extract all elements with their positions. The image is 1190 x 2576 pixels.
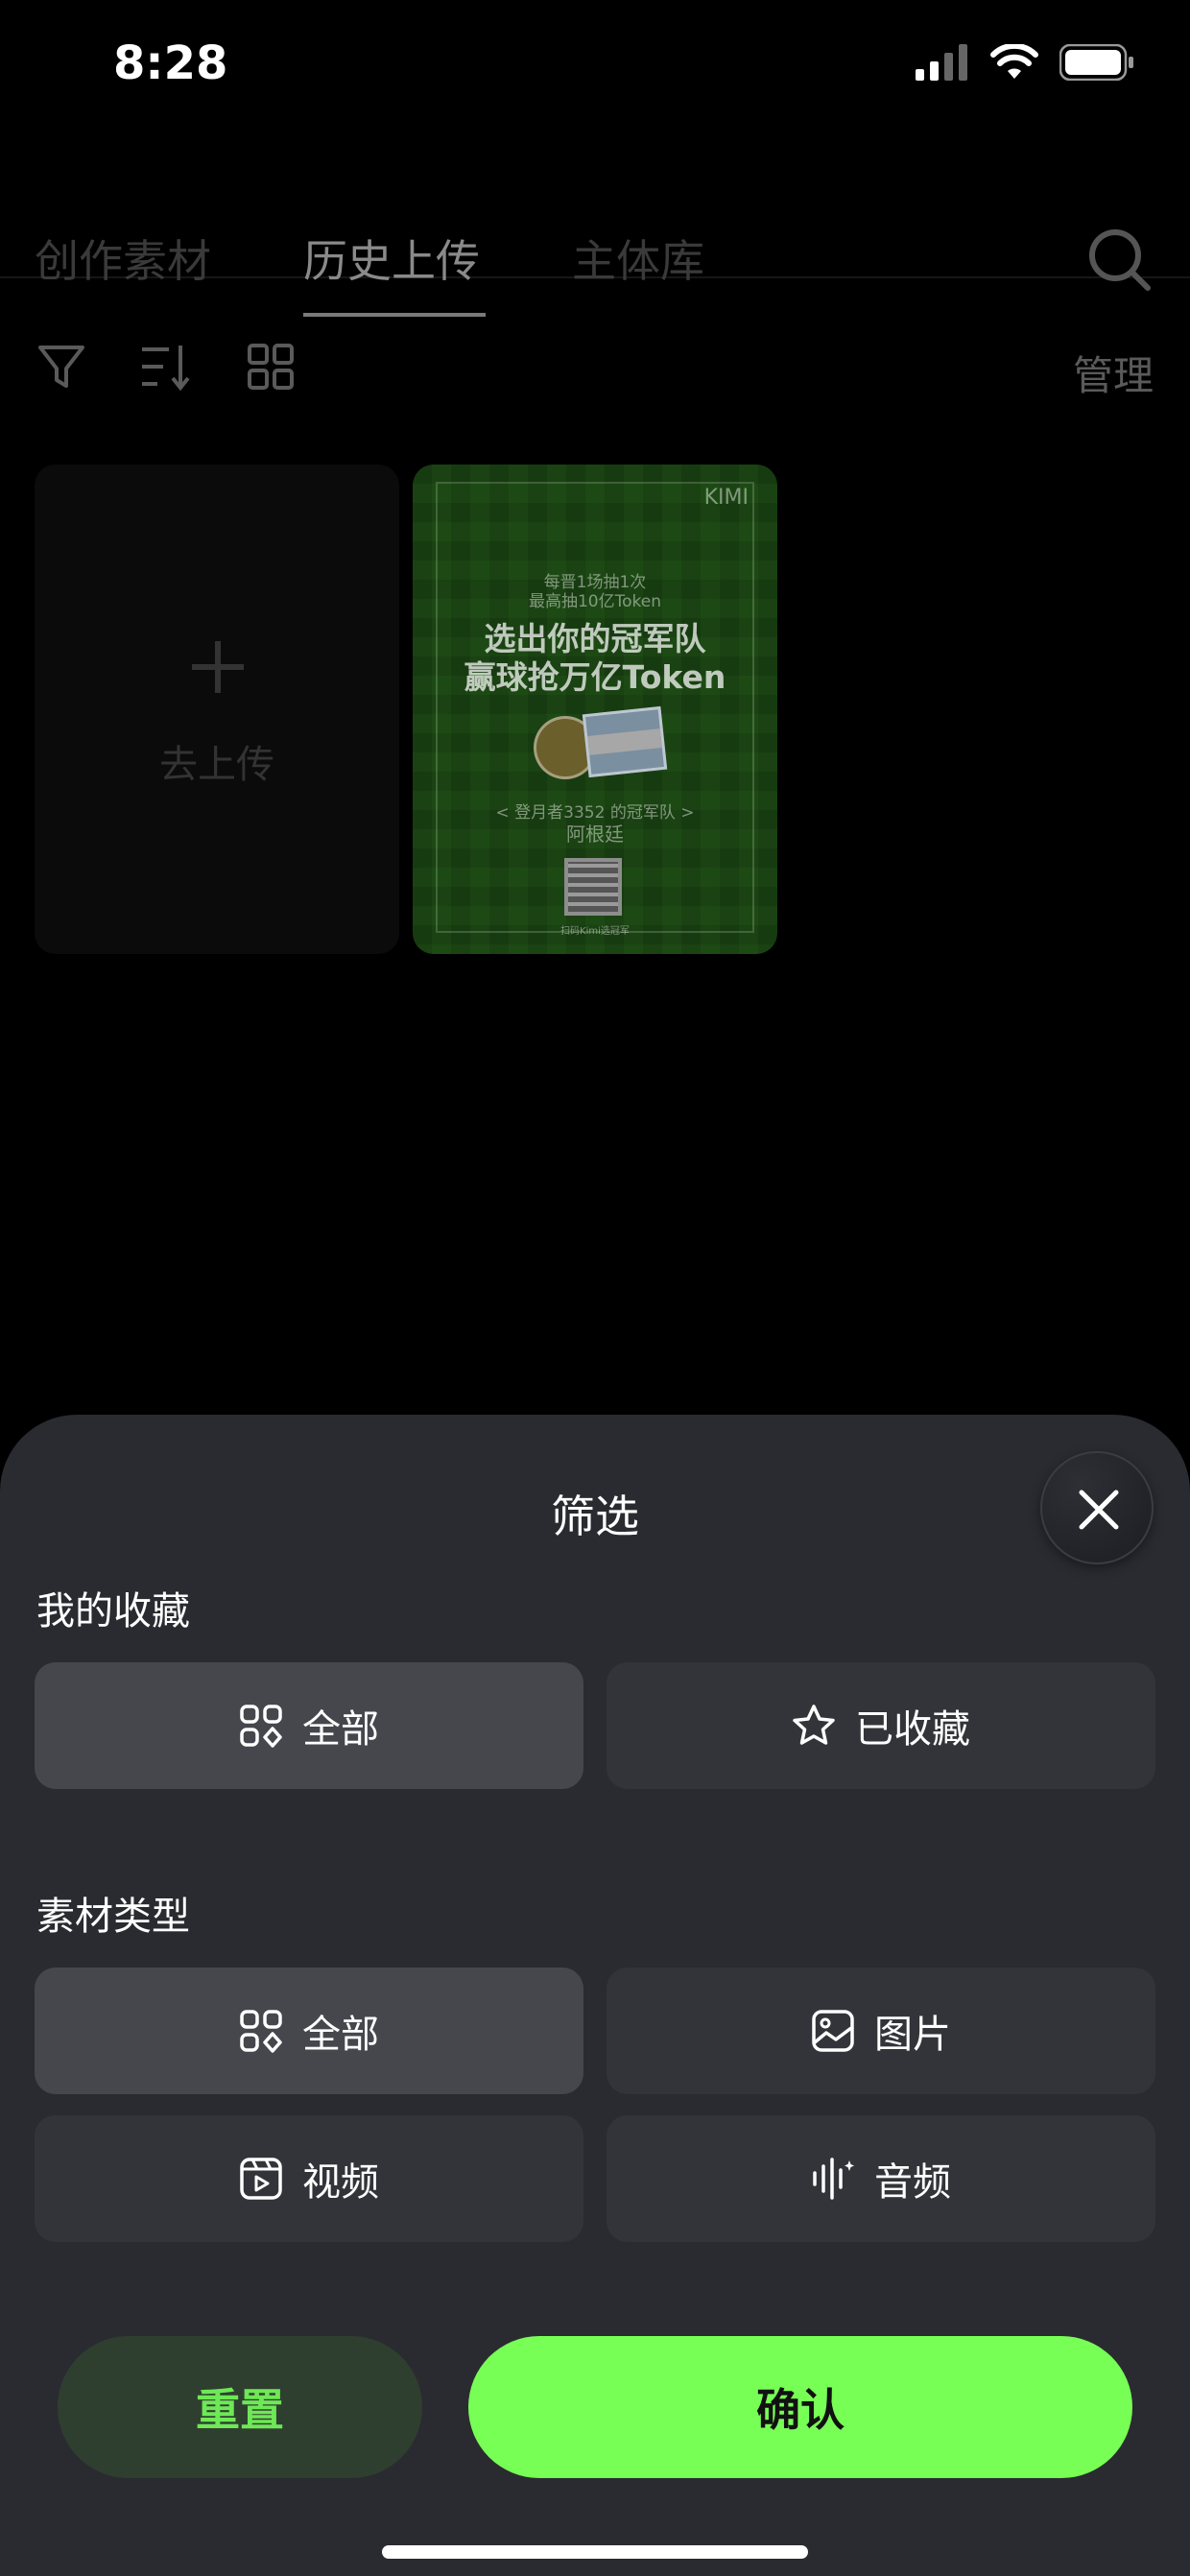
poster-title-2: 赢球抢万亿Token (464, 658, 726, 696)
confirm-label: 确认 (756, 2384, 845, 2436)
poster-team: 阿根廷 (566, 823, 624, 846)
option-label: 图片 (874, 2013, 951, 2057)
reset-button[interactable]: 重置 (58, 2336, 422, 2478)
poster-qr-caption: 扫码Kimi选冠军 (560, 926, 630, 937)
favorites-starred-option[interactable]: 已收藏 (607, 1662, 1155, 1789)
top-tab-bar: 创作素材 历史上传 主体库 (0, 173, 1190, 317)
poster-team-caption: < 登月者3352 的冠军队 > (495, 803, 695, 823)
plus-icon (192, 641, 244, 693)
favorites-section-label: 我的收藏 (36, 1589, 190, 1634)
tab-creative-assets[interactable]: 创作素材 (35, 227, 211, 290)
argentina-flag-image (582, 705, 668, 778)
confirm-button[interactable]: 确认 (468, 2336, 1132, 2478)
grid-icon (240, 2010, 282, 2053)
filter-icon[interactable] (35, 340, 88, 394)
tab-upload-history[interactable]: 历史上传 (303, 227, 480, 290)
library-toolbar: 管理 (0, 326, 1190, 403)
wifi-icon (990, 44, 1038, 79)
status-bar: 8:28 (0, 0, 1190, 134)
upload-card[interactable]: 去上传 (35, 465, 399, 954)
uploaded-image-card[interactable]: KIMI 每晋1场抽1次 最高抽10亿Token 选出你的冠军队 赢球抢万亿To… (413, 465, 777, 954)
audio-icon (813, 2158, 854, 2200)
filter-sheet: 筛选 我的收藏 全部 已收藏 素材类型 全部 图片 视频 音频 重置 确认 (0, 1415, 1190, 2576)
poster-brand: KIMI (703, 486, 749, 510)
poster-qr-code (564, 858, 622, 916)
type-all-option[interactable]: 全部 (35, 1968, 583, 2094)
tab-subject-library[interactable]: 主体库 (572, 227, 704, 290)
sheet-title: 筛选 (551, 1491, 639, 1542)
type-section-label: 素材类型 (36, 1895, 190, 1939)
option-label: 视频 (302, 2160, 379, 2205)
video-icon (240, 2158, 282, 2200)
home-indicator[interactable] (382, 2545, 808, 2559)
option-label: 全部 (302, 1707, 379, 1752)
poster-title-1: 选出你的冠军队 (484, 620, 706, 657)
image-icon (812, 2010, 854, 2052)
option-label: 全部 (302, 2013, 379, 2057)
cellular-signal-icon (916, 44, 967, 81)
manage-button[interactable]: 管理 (1073, 344, 1154, 402)
reset-label: 重置 (196, 2384, 284, 2436)
type-image-option[interactable]: 图片 (607, 1968, 1155, 2094)
poster-line-1: 每晋1场抽1次 (543, 573, 647, 592)
star-icon (793, 1705, 835, 1745)
close-button[interactable] (1040, 1451, 1154, 1564)
battery-icon (1059, 44, 1133, 81)
grid-view-icon[interactable] (244, 340, 298, 394)
active-tab-indicator (303, 313, 486, 317)
type-audio-option[interactable]: 音频 (607, 2115, 1155, 2242)
type-video-option[interactable]: 视频 (35, 2115, 583, 2242)
status-time: 8:28 (113, 36, 228, 90)
poster-line-2: 最高抽10亿Token (528, 592, 661, 611)
option-label: 已收藏 (855, 1707, 970, 1752)
status-icons (916, 44, 1134, 81)
option-label: 音频 (874, 2160, 951, 2205)
upload-label: 去上传 (159, 743, 274, 787)
favorites-all-option[interactable]: 全部 (35, 1662, 583, 1789)
sort-icon[interactable] (138, 340, 192, 394)
grid-icon (240, 1705, 282, 1748)
close-icon (1079, 1490, 1119, 1530)
search-icon[interactable] (1086, 227, 1154, 294)
